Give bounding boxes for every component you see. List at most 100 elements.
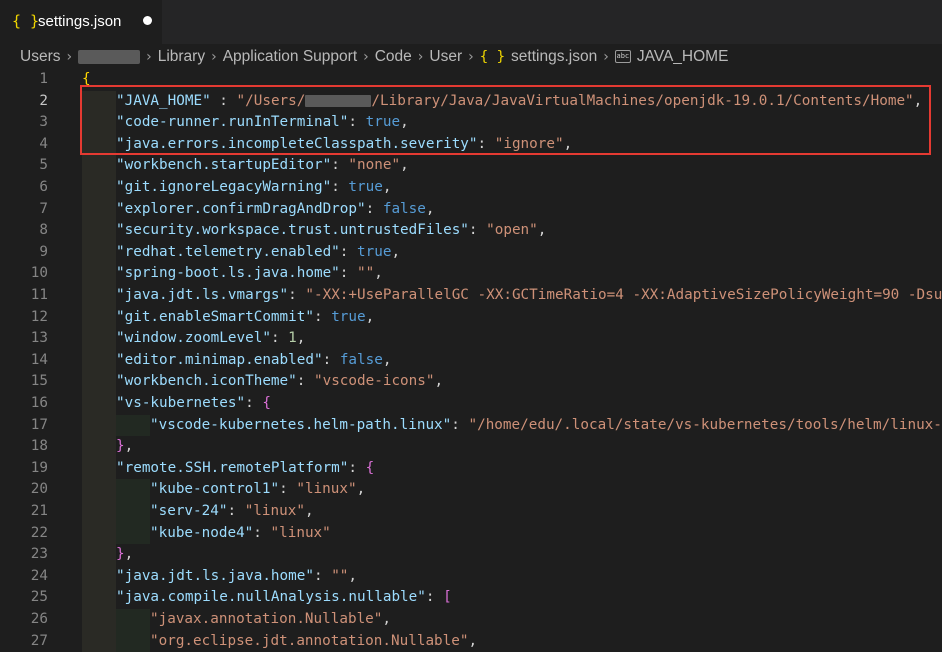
code-line[interactable]: 6 "git.ignoreLegacyWarning": true,: [0, 177, 942, 199]
tab-settings-json[interactable]: { } settings.json: [0, 0, 162, 44]
code-token: "kube-node4": [150, 524, 254, 541]
indent-guide: [82, 501, 116, 523]
line-number: 25: [30, 589, 48, 606]
code-line[interactable]: 9 "redhat.telemetry.enabled": true,: [0, 241, 942, 264]
code-token: true: [348, 179, 383, 195]
code-line[interactable]: 10 "spring-boot.ls.java.home": "",: [0, 263, 942, 285]
code-token: :: [425, 589, 444, 606]
code-token: "linux": [296, 481, 357, 498]
breadcrumb-symbol-label: JAVA_HOME: [636, 48, 729, 65]
code-line[interactable]: 2 "JAVA_HOME" : "/Users/ /Library/Java/Jav…: [0, 90, 942, 113]
breadcrumb-item-application-support[interactable]: Application Support: [223, 48, 357, 66]
code-line[interactable]: 11 "java.jdt.ls.vmargs": "-XX:+UseParalle…: [0, 285, 942, 307]
breadcrumb-item-user[interactable]: User: [429, 48, 462, 66]
code-line[interactable]: 23},: [0, 544, 942, 566]
code-token: true: [357, 243, 392, 260]
code-token: "spring-boot.ls.java.home": [116, 265, 340, 282]
code-line[interactable]: 3 "code-runner.runInTerminal": true,: [0, 112, 942, 134]
code-token: ,: [468, 632, 478, 649]
indent-guide: [82, 328, 116, 350]
line-number: 14: [30, 351, 48, 368]
code-token: "code-runner.runInTerminal": [116, 114, 349, 131]
code-line[interactable]: 8 "security.workspace.trust.untrustedFile…: [0, 220, 942, 242]
code-token: "open": [486, 222, 538, 239]
code-token: true: [365, 114, 401, 131]
line-number: 9: [39, 243, 48, 260]
code-line[interactable]: 21 "serv-24": "linux",: [0, 501, 942, 523]
breadcrumb-item-code[interactable]: Code: [375, 48, 412, 66]
code-line[interactable]: 7 "explorer.confirmDragAndDrop": false,: [0, 198, 942, 221]
code-token: :: [322, 351, 340, 368]
code-token: "vs-kubernetes": [116, 395, 246, 411]
code-line[interactable]: 15 "workbench.iconTheme": "vscode-icons",: [0, 371, 942, 393]
code-text: "editor.minimap.enabled": false,: [116, 350, 391, 372]
code-editor[interactable]: 1{2 "JAVA_HOME" : "/Users//Library/Java/J…: [0, 68, 942, 652]
code-token: :: [331, 157, 349, 174]
breadcrumb-item-users[interactable]: Users: [20, 48, 60, 66]
tab-label: settings.json: [38, 13, 122, 30]
tab-bar: { } settings.json: [0, 0, 942, 44]
breadcrumb-file-label: settings.json: [511, 48, 598, 65]
code-token: ,: [400, 114, 409, 131]
code-token: :: [331, 179, 349, 195]
code-token: ,: [382, 351, 392, 368]
code-text: },: [116, 544, 133, 566]
indent-guide: [82, 609, 116, 631]
code-token: }: [116, 438, 125, 455]
code-line[interactable]: 26 "javax.annotation.Nullable",: [0, 609, 942, 631]
code-token: ,: [537, 222, 547, 239]
unsaved-dot-icon[interactable]: [143, 16, 152, 25]
code-line[interactable]: 22 "kube-node4": "linux": [0, 522, 942, 545]
indent-guide: [82, 587, 116, 609]
code-line[interactable]: 14 "editor.minimap.enabled": false,: [0, 349, 942, 372]
chevron-right-icon: ›: [363, 49, 369, 65]
redacted-username[interactable]: [78, 50, 141, 64]
breadcrumb-item-library[interactable]: Library: [158, 48, 205, 66]
code-token: :: [339, 243, 358, 260]
code-text: },: [116, 436, 133, 458]
code-line[interactable]: 5 "workbench.startupEditor": "none",: [0, 155, 942, 177]
code-line[interactable]: 20 "kube-control1": "linux",: [0, 479, 942, 501]
code-token: ,: [382, 611, 392, 627]
code-token: ,: [400, 157, 409, 174]
code-line[interactable]: 13 "window.zoomLevel": 1,: [0, 328, 942, 350]
line-number: 1: [39, 71, 48, 87]
code-line[interactable]: 27 "org.eclipse.jdt.annotation.Nullable",: [0, 630, 942, 652]
code-line[interactable]: 24 "java.jdt.ls.java.home": "",: [0, 565, 942, 588]
code-token: "redhat.telemetry.enabled": [116, 243, 340, 260]
code-line[interactable]: 17 "vscode-kubernetes.helm-path.linux": "…: [0, 414, 942, 437]
code-line[interactable]: 18},: [0, 436, 942, 458]
code-text: "explorer.confirmDragAndDrop": false,: [116, 199, 435, 221]
code-text: "org.eclipse.jdt.annotation.Nullable",: [150, 631, 477, 652]
code-token: "java.compile.nullAnalysis.nullable": [116, 589, 426, 606]
code-line[interactable]: 25 "java.compile.nullAnalysis.nullable": …: [0, 587, 942, 609]
line-number: 7: [39, 200, 48, 217]
code-line[interactable]: 12 "git.enableSmartCommit": true,: [0, 306, 942, 329]
chevron-right-icon: ›: [211, 49, 217, 65]
code-token: "vscode-kubernetes.helm-path.linux": [150, 416, 452, 433]
code-text: "java.jdt.ls.vmargs": "-XX:+UseParallelG…: [116, 285, 942, 307]
string-symbol-icon: abc: [614, 50, 631, 64]
code-line[interactable]: 16 "vs-kubernetes": {: [0, 393, 942, 415]
code-token: ,: [348, 567, 358, 584]
code-token: false: [339, 351, 383, 368]
chevron-right-icon: ›: [146, 49, 152, 65]
code-token: :: [245, 395, 263, 411]
breadcrumb-item-file[interactable]: { } settings.json: [480, 48, 597, 66]
indent-guide: [116, 414, 150, 437]
code-token: :: [296, 373, 314, 390]
code-text: "kube-control1": "linux",: [150, 479, 365, 501]
code-line[interactable]: 1{: [0, 69, 942, 91]
code-text: "vscode-kubernetes.helm-path.linux": "/h…: [150, 415, 942, 437]
code-line[interactable]: 4 "java.errors.incompleteClasspath.severi…: [0, 133, 942, 156]
code-text: {: [82, 69, 91, 91]
code-token: ,: [391, 243, 401, 260]
code-token: :: [477, 135, 495, 152]
code-line[interactable]: 19 "remote.SSH.remotePlatform": {: [0, 457, 942, 480]
code-token: "workbench.startupEditor": [116, 157, 332, 174]
breadcrumb-item-symbol[interactable]: abc JAVA_HOME: [614, 48, 729, 66]
code-token: "javax.annotation.Nullable": [150, 611, 383, 627]
code-text: "window.zoomLevel": 1,: [116, 328, 305, 350]
code-token: "java.jdt.ls.java.home": [116, 567, 314, 584]
code-token: {: [365, 459, 375, 476]
